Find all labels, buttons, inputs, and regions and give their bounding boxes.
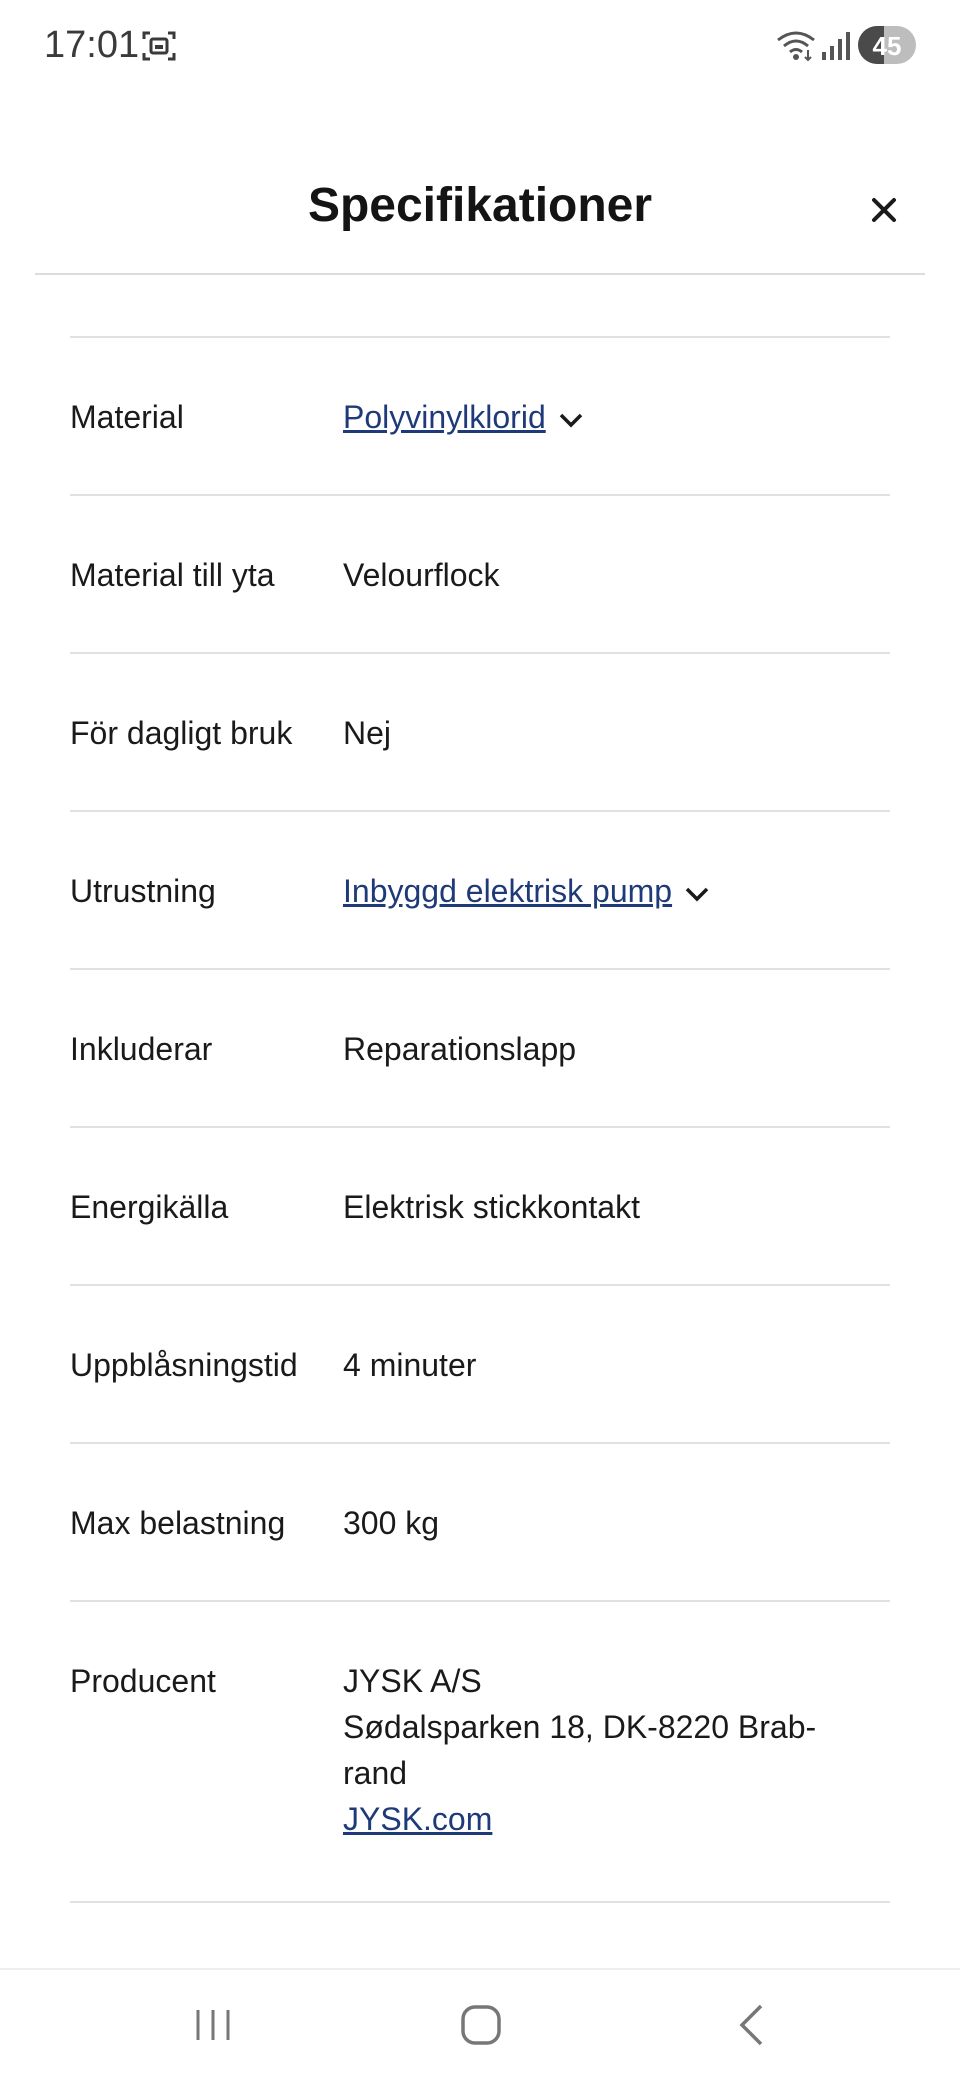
producer-address-line1: Sødalsparken 18, DK-8220 Brab-: [343, 1709, 817, 1745]
spec-label: Producent: [70, 1663, 216, 1699]
spec-label: Inkluderar: [70, 1031, 213, 1067]
system-nav-bar: [0, 1968, 960, 2082]
spec-label: Max belastning: [70, 1505, 286, 1541]
spec-value: 300 kg: [343, 1505, 440, 1541]
spec-label: Energikälla: [70, 1189, 229, 1225]
equipment-link[interactable]: Inbyggd elektrisk pump: [343, 873, 672, 909]
spec-row-material: Material Polyvinylklorid: [70, 338, 890, 496]
signal-icon: [822, 32, 850, 60]
spec-value: Reparationslapp: [343, 1031, 577, 1067]
spec-label: Material till yta: [70, 557, 275, 593]
page-title: Specifikationer: [307, 179, 653, 232]
spec-label: Material: [70, 399, 184, 435]
spec-label: Uppblåsningstid: [70, 1347, 298, 1383]
specifications-list: Material Polyvinylklorid Material till y…: [70, 336, 890, 1903]
spec-value: Velourflock: [343, 557, 500, 593]
chevron-down-icon[interactable]: [684, 886, 710, 902]
spec-value: 4 minuter: [343, 1347, 477, 1383]
spec-label: För dagligt bruk: [70, 715, 293, 751]
close-icon[interactable]: [864, 190, 904, 230]
spec-row-max-load: Max belastning 300 kg: [70, 1444, 890, 1602]
battery-level: 45: [872, 31, 902, 61]
spec-value: Inbyggd elektrisk pump: [343, 812, 890, 968]
spec-row-surface-material: Material till yta Velourflock: [70, 496, 890, 654]
producer-name: JYSK A/S: [343, 1663, 482, 1699]
spec-row-daily-use: För dagligt bruk Nej: [70, 654, 890, 812]
spec-row-producer: Producent JYSK A/S Sødalsparken 18, DK-8…: [70, 1602, 890, 1903]
producer-website-link[interactable]: JYSK.com: [343, 1801, 492, 1837]
spec-value: Nej: [343, 715, 392, 751]
spec-label: Utrustning: [70, 873, 216, 909]
home-icon[interactable]: [456, 2000, 506, 2050]
sheet-header: Specifikationer: [0, 150, 960, 274]
producer-address-line2: rand: [343, 1755, 408, 1791]
spec-value: Elektrisk stickkontakt: [343, 1189, 640, 1225]
status-bar: 17:01 45: [0, 0, 960, 92]
header-divider: [35, 273, 925, 275]
wifi-icon: [777, 31, 815, 62]
producer-details: JYSK A/S Sødalsparken 18, DK-8220 Brab- …: [343, 1602, 890, 1901]
chevron-down-icon[interactable]: [558, 412, 584, 428]
battery-icon: 45: [858, 26, 916, 64]
spec-value: Polyvinylklorid: [343, 338, 890, 494]
spec-row-equipment: Utrustning Inbyggd elektrisk pump: [70, 812, 890, 970]
screen-capture-icon: [142, 31, 176, 61]
spec-row-includes: Inkluderar Reparationslapp: [70, 970, 890, 1128]
recent-apps-icon[interactable]: [188, 2000, 238, 2050]
spec-row-inflation-time: Uppblåsningstid 4 minuter: [70, 1286, 890, 1444]
status-time: 17:01: [44, 24, 140, 66]
spec-row-power-source: Energikälla Elektrisk stickkontakt: [70, 1128, 890, 1286]
back-icon[interactable]: [728, 2000, 778, 2050]
material-link[interactable]: Polyvinylklorid: [343, 399, 546, 435]
